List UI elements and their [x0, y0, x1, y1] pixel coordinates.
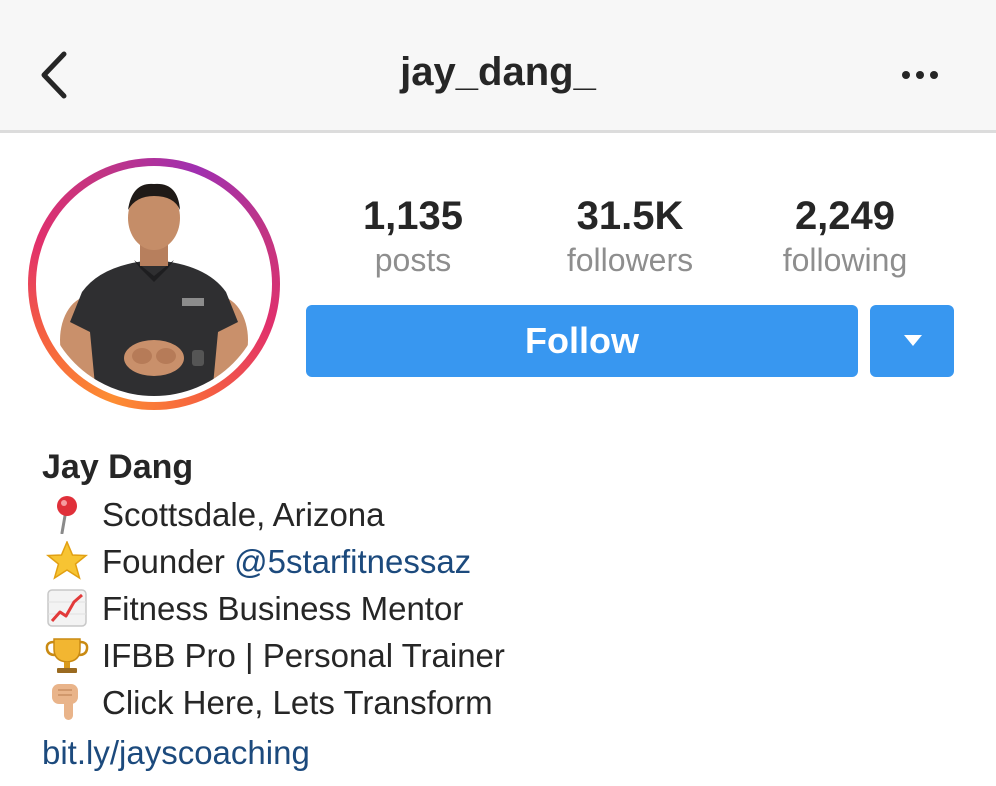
bio-location-text: Scottsdale, Arizona	[102, 496, 385, 533]
trophy-icon	[42, 635, 92, 675]
story-ring[interactable]	[28, 158, 280, 410]
ellipsis-icon	[902, 71, 938, 79]
follow-button[interactable]: Follow	[306, 305, 858, 377]
bio-line-cta: Click Here, Lets Transform	[42, 681, 493, 725]
bio-founder-text: Founder	[102, 543, 235, 580]
chart-increasing-icon	[42, 588, 92, 628]
star-icon	[42, 541, 92, 581]
bio-line-mentor: Fitness Business Mentor	[42, 587, 463, 631]
suggested-accounts-dropdown-button[interactable]	[870, 305, 954, 377]
followers-count: 31.5K	[576, 194, 684, 238]
profile-photo	[42, 172, 266, 396]
following-stat[interactable]: 2,249 following	[745, 194, 945, 280]
bio-cta-text: Click Here, Lets Transform	[102, 684, 493, 721]
profile-display-name: Jay Dang	[42, 448, 194, 486]
bio-line-location: Scottsdale, Arizona	[42, 493, 385, 537]
round-pushpin-icon	[42, 494, 92, 535]
caret-down-icon	[904, 335, 922, 346]
pointing-down-hand-icon	[42, 682, 92, 722]
following-count: 2,249	[794, 194, 896, 238]
bio-line-ifbb: IFBB Pro | Personal Trainer	[42, 634, 505, 678]
more-options-button[interactable]	[892, 55, 952, 95]
posts-count: 1,135	[362, 194, 464, 238]
founder-mention-link[interactable]: @5starfitnessaz	[234, 543, 471, 580]
bio-website-link[interactable]: bit.ly/jayscoaching	[42, 731, 310, 775]
profile-username-title: jay_dang_	[400, 50, 596, 94]
followers-stat[interactable]: 31.5K followers	[530, 194, 730, 280]
posts-stat[interactable]: 1,135 posts	[313, 194, 513, 280]
top-nav-bar: jay_dang_	[0, 0, 996, 133]
bio-mentor-text: Fitness Business Mentor	[102, 590, 464, 627]
bio-ifbb-text: IFBB Pro | Personal Trainer	[102, 637, 505, 674]
followers-label: followers	[566, 242, 694, 278]
avatar	[42, 172, 266, 396]
bio-line-founder: Founder @5starfitnessaz	[42, 540, 471, 584]
following-label: following	[782, 242, 908, 278]
posts-label: posts	[374, 242, 452, 278]
